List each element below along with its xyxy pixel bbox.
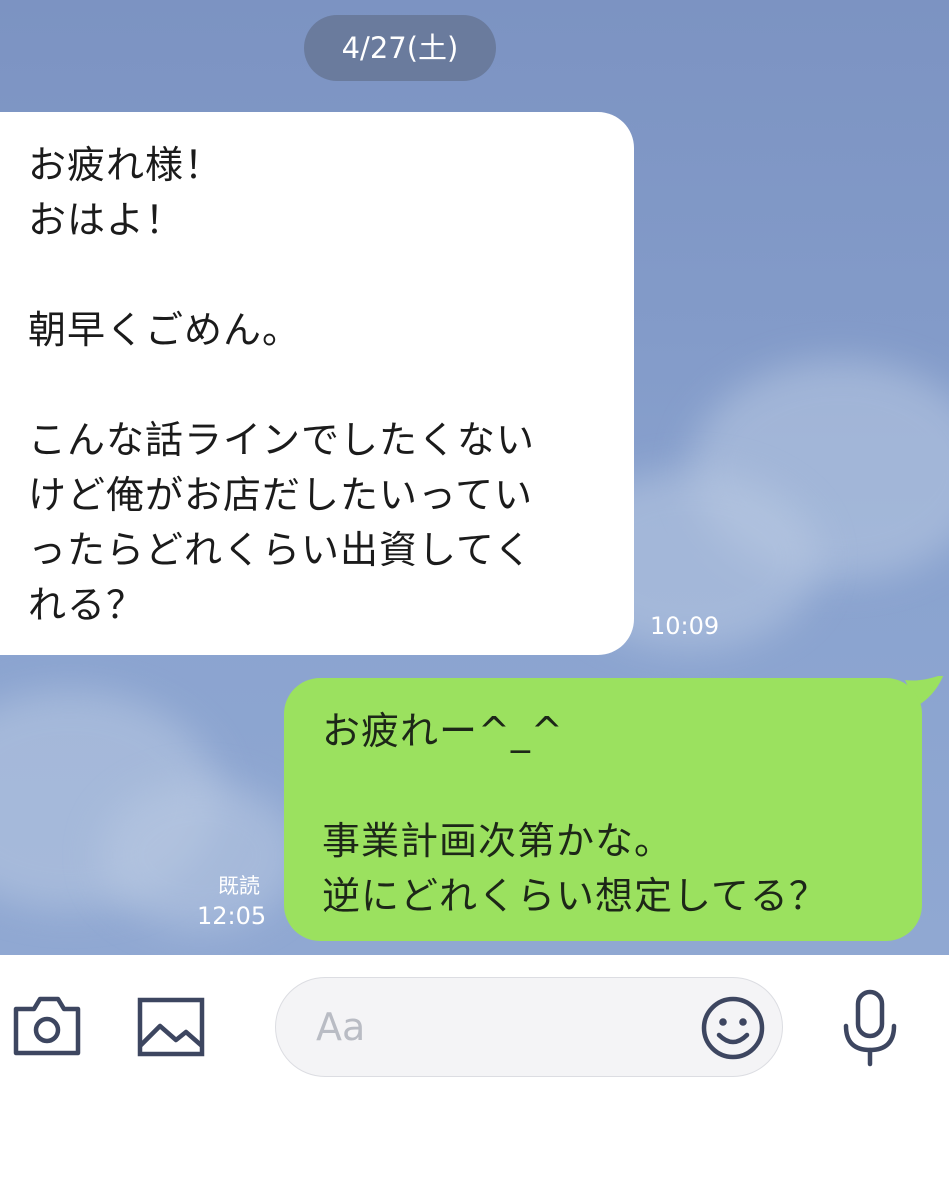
image-icon[interactable] <box>136 996 206 1058</box>
incoming-message-time: 10:09 <box>650 612 720 640</box>
date-separator: 4/27(土) <box>304 15 496 81</box>
smiley-icon[interactable] <box>700 995 766 1061</box>
microphone-icon[interactable] <box>838 988 902 1068</box>
chat-area[interactable]: 4/27(土) お疲れ様！ おはよ！ 朝早くごめん。 こんな話ラインでしたくない… <box>0 0 949 955</box>
message-input-placeholder: Aa <box>316 1005 366 1049</box>
outgoing-message-bubble[interactable]: お疲れー^_^ 事業計画次第かな。 逆にどれくらい想定してる？ <box>284 678 922 941</box>
incoming-message-text: お疲れ様！ おはよ！ 朝早くごめん。 こんな話ラインでしたくない けど俺がお店だ… <box>28 143 536 627</box>
read-receipt: 既読 <box>218 874 260 898</box>
outgoing-message-text: お疲れー^_^ 事業計画次第かな。 逆にどれくらい想定してる？ <box>322 709 828 918</box>
outgoing-message-time: 12:05 <box>197 902 267 930</box>
date-label: 4/27(土) <box>341 31 459 65</box>
incoming-message-bubble[interactable]: お疲れ様！ おはよ！ 朝早くごめん。 こんな話ラインでしたくない けど俺がお店だ… <box>0 112 634 655</box>
camera-icon[interactable] <box>12 993 82 1059</box>
